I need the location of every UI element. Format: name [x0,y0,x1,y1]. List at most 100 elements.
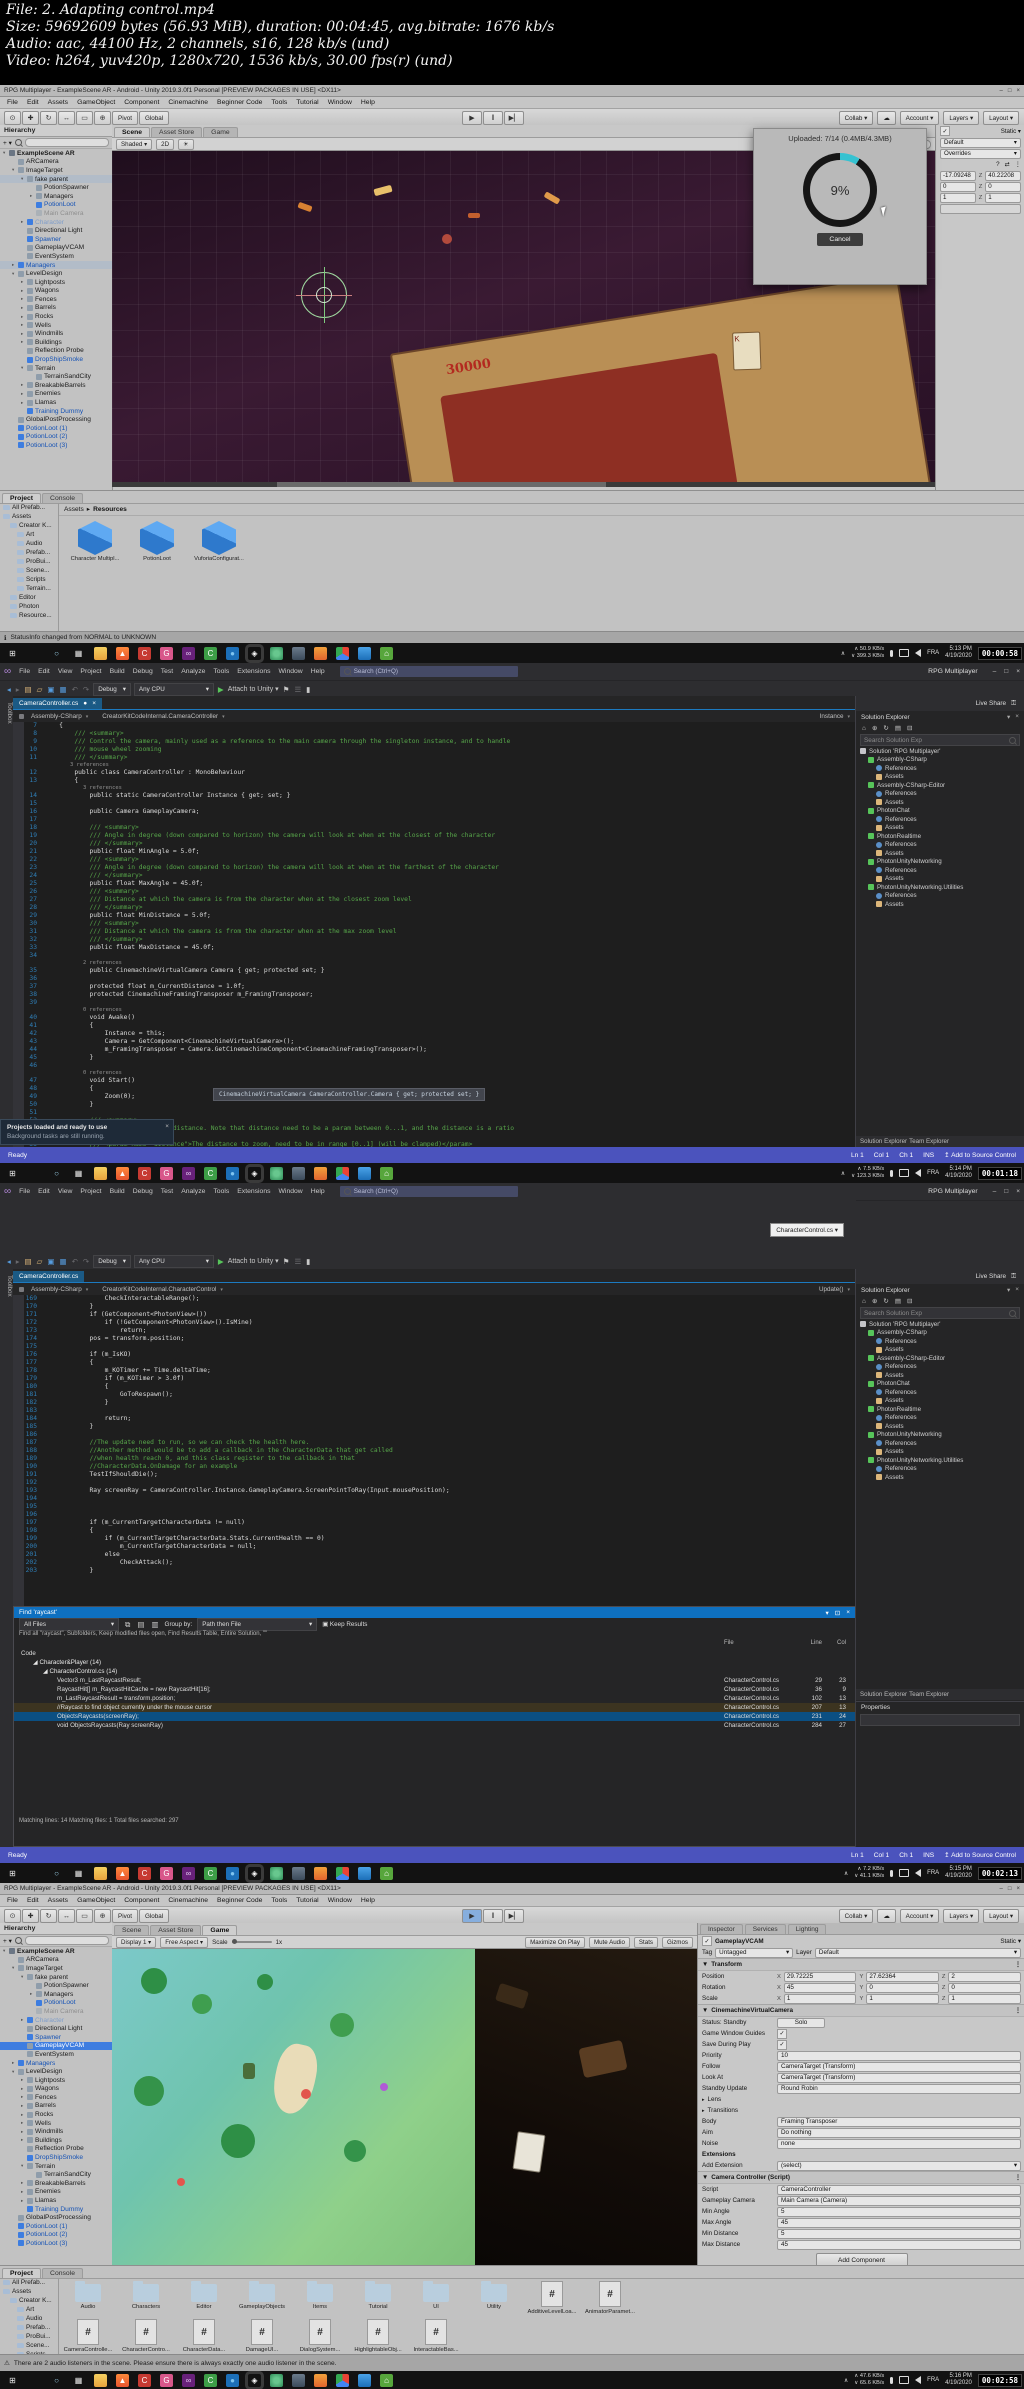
component-menu-icon[interactable]: ⋮ [1015,2174,1021,2181]
menu-item[interactable]: Cinemachine [164,99,212,106]
notifications-icon[interactable] [899,649,910,657]
game-toolbar-toggle[interactable]: Mute Audio [588,1936,630,1948]
aspect-dropdown[interactable]: Free Aspect ▾ [160,1936,209,1948]
undo-icon[interactable]: ↶ [71,685,79,694]
quick-search-input[interactable]: Search (Ctrl+Q) [339,666,518,677]
solution-tree-item[interactable]: Assets [856,1397,1024,1406]
code-line[interactable]: 174 pos = transform.position; [13,1335,856,1343]
code-line[interactable]: 203 } [13,1567,856,1575]
value-field[interactable]: 0 [940,181,976,192]
code-line[interactable]: 9 /// Control the camera, mainly used as… [13,738,856,746]
display-dropdown[interactable]: Display 1 ▾ [116,1936,157,1948]
code-line[interactable]: 13 { [13,777,856,785]
code-line[interactable]: 193 Ray screenRay = CameraController.Ins… [13,1487,856,1495]
project-tree-item[interactable]: Assets [0,2287,58,2296]
menu-item[interactable]: File [15,668,34,675]
close-button[interactable]: × [1016,88,1020,94]
hierarchy-item[interactable]: ▸ Managers [0,192,112,201]
collapse-all-icon[interactable]: ▥ [150,1620,159,1629]
menu-item[interactable]: View [54,668,77,675]
project-tree-item[interactable]: All Prefab... [0,2278,58,2287]
hierarchy-item[interactable]: Spawner [0,235,112,244]
solution-tree-item[interactable]: References [856,764,1024,773]
visual-studio-icon[interactable]: ∞ [182,646,195,660]
solution-tree-item[interactable]: PhotonUnityNetworking.Utilities [856,1456,1024,1465]
hierarchy-item[interactable]: ▾ ExampleScene AR [0,1947,112,1956]
value-field[interactable]: 1 [940,192,976,203]
z-field[interactable]: 0 [948,1982,1021,1993]
find-result-row[interactable]: Code [14,1649,855,1658]
file-explorer-icon[interactable] [94,1866,107,1880]
chrome-icon[interactable] [336,2373,349,2387]
field-row[interactable]: Look At CameraTarget (Transform) [698,2072,1024,2083]
asset-script[interactable]: # DialogSystem... [292,2318,348,2353]
code-line[interactable]: 189 //when health reach 0, and this clas… [13,1455,856,1463]
app-g-pink-icon[interactable]: G [160,1166,173,1180]
code-line[interactable]: 10 /// mouse wheel zooming [13,746,856,754]
code-line[interactable]: 17 [13,816,856,824]
solution-tree-item[interactable]: PhotonUnityNetworking.Utilities [856,883,1024,892]
solution-tree-item[interactable]: References [856,1439,1024,1448]
task-view-icon[interactable]: ▦ [72,647,85,660]
menu-item[interactable]: Project [76,668,105,675]
field-row[interactable]: Body Framing Transposer [698,2116,1024,2127]
photos-icon[interactable] [358,2373,371,2387]
forward-icon[interactable]: ▸ [15,1257,21,1266]
solution-tree-item[interactable]: References [856,815,1024,824]
file-explorer-icon[interactable] [94,1166,107,1180]
start-icon[interactable]: ⊞ [6,1167,19,1180]
code-line[interactable]: 0 references [13,1070,856,1077]
hierarchy-item[interactable]: Reflection Probe [0,347,112,356]
hierarchy-item[interactable]: ▾ ExampleScene AR [0,149,112,158]
hierarchy-item[interactable]: ▸ Rocks [0,2110,112,2119]
attach-to-unity-button[interactable]: Attach to Unity ▾ [228,685,279,693]
field-row[interactable]: Max Angle 45 [698,2217,1024,2228]
menu-item[interactable]: Tools [209,1188,233,1195]
hierarchy-item[interactable]: Directional Light [0,226,112,235]
code-line[interactable]: 187 //The update need to run, so we can … [13,1439,856,1447]
hierarchy-item[interactable]: GlobalPostProcessing [0,415,112,424]
solution-search-input[interactable]: Search Solution Exp [860,734,1020,746]
solution-tree-item[interactable]: Assembly-CSharp-Editor [856,781,1024,790]
field-row[interactable]: Script CameraController [698,2184,1024,2195]
find-result-row[interactable]: Vector3 m_LastRaycastResult; CharacterCon… [14,1676,855,1685]
hierarchy-item[interactable]: DropShipSmoke [0,2153,112,2162]
active-checkbox[interactable]: ✓ [702,1936,712,1946]
file-explorer-icon[interactable] [94,646,107,660]
hierarchy-item[interactable]: ▾ fake parent [0,1973,112,1982]
code-line[interactable]: 177 { [13,1359,856,1367]
app-orange-icon[interactable] [314,1866,327,1880]
code-editor[interactable]: 7 {8 /// <summary> 9 /// Control the came… [13,722,856,1147]
live-share-button[interactable]: Live Share [976,700,1007,707]
hierarchy-item[interactable]: GameplayVCAM [0,2041,112,2051]
hierarchy-item[interactable]: ▸ Wells [0,2119,112,2128]
hierarchy-item[interactable]: ▾ ImageTarget [0,1964,112,1973]
code-line[interactable]: 23 /// Angle in degree (down compared to… [13,864,856,872]
asset-script[interactable]: # CameraControlle... [60,2318,116,2353]
tray-expand-icon[interactable]: ∧ [841,1170,845,1177]
code-line[interactable]: 11 /// </summary> [13,754,856,762]
microphone-icon[interactable] [890,649,894,657]
value-field[interactable]: 0 [985,181,1022,192]
minimize-button[interactable]: – [993,1188,997,1195]
code-line[interactable]: 31 /// Distance at which the camera is f… [13,928,856,936]
tray-expand-icon[interactable]: ∧ [841,650,845,657]
code-line[interactable]: 21 public float MinAngle = 5.0f; [13,848,856,856]
menu-item[interactable]: File [15,1188,34,1195]
asset-script[interactable]: # HighlightableObj... [350,2318,406,2353]
document-tab[interactable]: CameraController.cs [13,1271,85,1282]
redo-icon[interactable]: ↷ [82,1257,90,1266]
code-line[interactable]: 18 /// <summary> [13,824,856,832]
layers-dropdown[interactable]: Layers ▾ [943,1909,980,1923]
code-line[interactable]: 19 /// Angle in degree (down compared to… [13,832,856,840]
solution-tree-item[interactable]: Solution 'RPG Multiplayer' [856,1320,1024,1329]
cloud-icon[interactable]: ☁ [877,111,896,125]
find-result-row[interactable]: ◢ CharacterControl.cs (14) [14,1667,855,1676]
gitkraken-icon[interactable] [270,2373,283,2387]
close-button[interactable]: × [1016,668,1020,675]
menu-item[interactable]: Analyze [177,668,209,675]
menu-item[interactable]: Edit [23,99,43,106]
code-line[interactable]: 200 m_CurrentTargetCharacterData = null; [13,1543,856,1551]
menu-item[interactable]: File [3,1897,22,1904]
code-line[interactable]: 171 if (GetComponent<PhotonView>()) [13,1311,856,1319]
